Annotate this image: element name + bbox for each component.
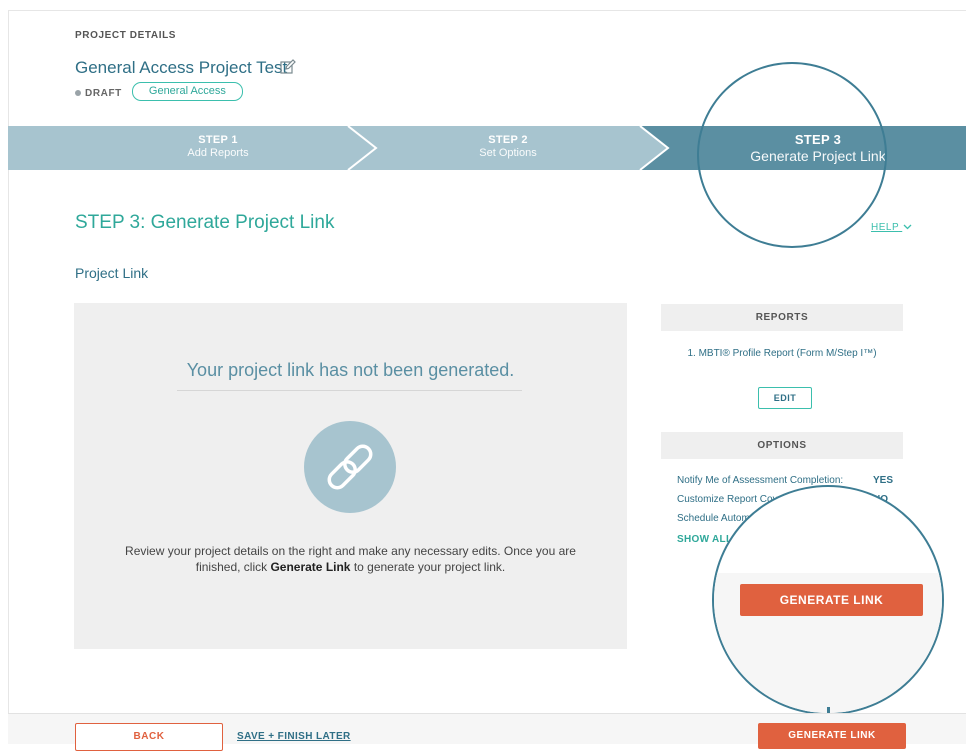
edit-reports-button[interactable]: EDIT [758, 387, 812, 409]
link-icon-badge [304, 421, 396, 513]
project-link-panel: Your project link has not been generated… [74, 303, 627, 649]
back-button[interactable]: BACK [75, 723, 223, 751]
chain-link-icon [327, 444, 373, 490]
step-1-label: Add Reports [187, 147, 249, 159]
step-1-number: STEP 1 [198, 134, 238, 146]
project-details-header: PROJECT DETAILS [75, 30, 176, 41]
reports-header: REPORTS [661, 304, 903, 331]
generate-link-button[interactable]: GENERATE LINK [758, 723, 906, 749]
option-schedule-label: Schedule Autom [677, 513, 750, 524]
option-notify-value: YES [873, 475, 894, 486]
access-type-badge: General Access [131, 82, 243, 101]
step-2-label: Set Options [479, 147, 537, 159]
step-1[interactable]: STEP 1 Add Reports [8, 126, 428, 170]
page-title: STEP 3: Generate Project Link [75, 212, 335, 233]
instructions-part-2: to generate your project link. [350, 560, 506, 574]
project-details-kicker: PROJECT DETAILS [75, 30, 177, 41]
generate-link-spotlight-circle: GENERATE LINK [712, 485, 944, 715]
project-link-subtitle: Project Link [75, 265, 149, 281]
chevron-down-icon [903, 224, 912, 230]
show-all-options-link[interactable]: SHOW ALL [677, 534, 732, 545]
step-2[interactable]: STEP 2 Set Options [378, 126, 638, 170]
instructions-text: Review your project details on the right… [104, 543, 597, 575]
status-indicator: DRAFT [75, 83, 122, 101]
link-not-generated-message: Your project link has not been generated… [186, 360, 515, 380]
save-finish-later-link[interactable]: SAVE + FINISH LATER [237, 731, 351, 742]
options-header: OPTIONS [661, 432, 903, 459]
help-toggle[interactable]: HELP [871, 222, 912, 233]
help-label: HELP [871, 222, 899, 233]
project-status-row: DRAFT General Access [75, 82, 243, 101]
report-item: 1. MBTI® Profile Report (Form M/Step I™) [687, 348, 877, 359]
generate-link-button-magnified[interactable]: GENERATE LINK [740, 584, 923, 616]
divider [177, 390, 522, 391]
status-label: DRAFT [85, 87, 122, 99]
instructions-generate-link: Generate Link [270, 560, 351, 574]
status-dot-icon [75, 89, 81, 96]
project-title: General Access Project Test [75, 58, 288, 77]
pencil-edit-icon[interactable] [280, 59, 296, 75]
step-3-spotlight-circle [697, 62, 887, 248]
step-2-number: STEP 2 [488, 134, 528, 146]
